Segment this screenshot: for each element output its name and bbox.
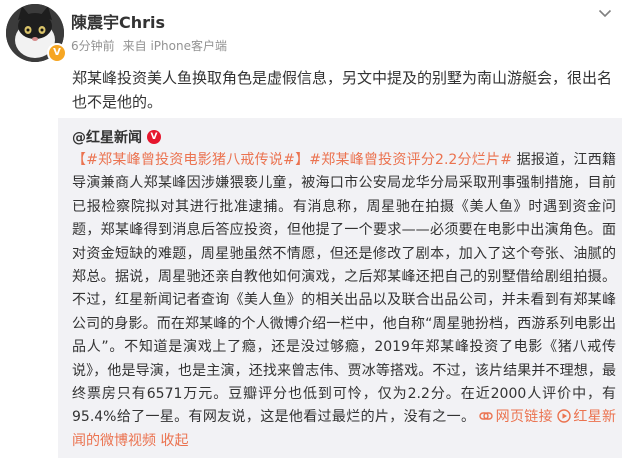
weibo-post: V 陳震宇Chris 6分钟前 来自 iPhone客户端 郑某峰投资美人鱼换取角色… [0, 0, 622, 458]
author-name[interactable]: 陳震宇Chris [71, 9, 165, 33]
link-icon [479, 412, 493, 421]
repost-author[interactable]: @红星新闻 V [72, 127, 161, 147]
repost-card: @红星新闻 V 【#郑某峰曾投资电影猪八戒传说#】#郑某峰曾投资评分2.2分烂片… [58, 118, 622, 458]
chevron-down-icon[interactable] [596, 4, 614, 22]
post-meta: 6分钟前 来自 iPhone客户端 [71, 37, 227, 54]
post-source: 来自 iPhone客户端 [122, 39, 227, 53]
repost-text: 【#郑某峰曾投资电影猪八戒传说#】#郑某峰曾投资评分2.2分烂片# 据报道，江西… [72, 149, 616, 453]
post-time[interactable]: 6分钟前 [71, 39, 115, 53]
repost-body: 据报道，江西籍导演兼商人郑某峰因涉嫌猥亵儿童，被海口市公安局龙华分局采取刑事强制… [72, 152, 616, 426]
red-verified-icon: V [147, 130, 161, 144]
web-link-label: 网页链接 [495, 409, 553, 426]
topic-tag[interactable]: 【#郑某峰曾投资电影猪八戒传说#】 [72, 152, 309, 168]
collapse-link[interactable]: 收起 [160, 433, 188, 449]
topic-tag[interactable]: #郑某峰曾投资评分2.2分烂片# [309, 152, 512, 168]
web-link[interactable]: 网页链接 [475, 409, 553, 425]
post-text: 郑某峰投资美人鱼换取角色是虚假信息，另文中提及的别墅为南山游艇会，很出名也不是他… [72, 69, 613, 111]
video-play-icon [557, 409, 571, 424]
repost-author-name[interactable]: @红星新闻 [72, 127, 142, 147]
verified-badge-icon: V [47, 43, 67, 63]
